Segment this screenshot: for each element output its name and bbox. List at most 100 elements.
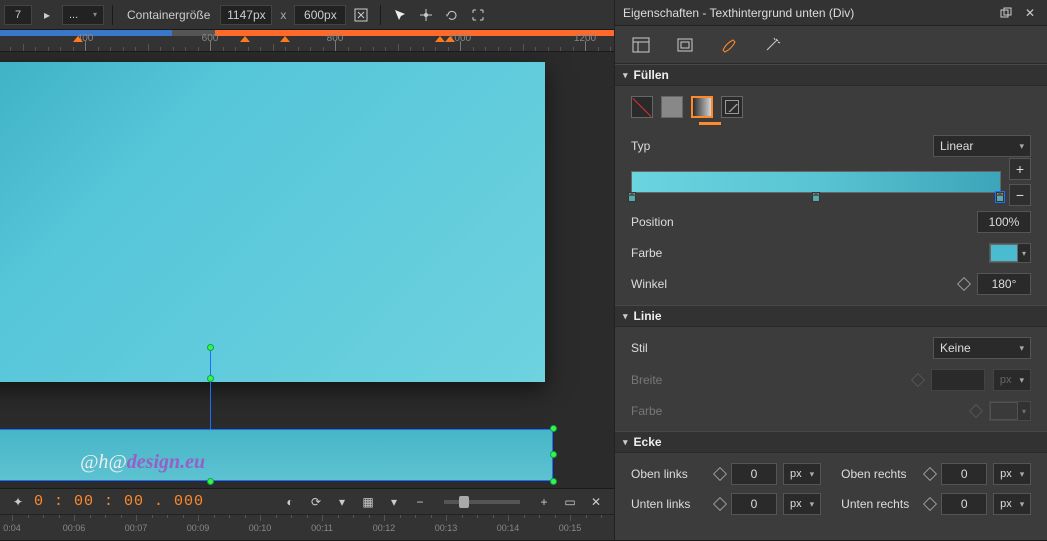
node-tool-icon[interactable]: [415, 4, 437, 26]
fill-type-picker: [631, 96, 1031, 118]
panel-close-icon[interactable]: ✕: [1021, 4, 1039, 22]
tab-layout-icon[interactable]: [629, 33, 653, 57]
selection-handle[interactable]: [550, 478, 557, 485]
timeline-close-icon[interactable]: ✕: [586, 492, 606, 512]
gradient-stop-selected[interactable]: [996, 192, 1004, 202]
panel-title-text: Eigenschaften - Texthintergrund unten (D…: [623, 6, 854, 20]
corner-br-unit-dropdown[interactable]: px: [993, 493, 1031, 515]
corner-tl-label: Oben links: [631, 467, 709, 481]
position-input[interactable]: 100%: [977, 211, 1031, 233]
tab-wand-icon[interactable]: [761, 33, 785, 57]
ruler-marker-icon[interactable]: [445, 30, 455, 42]
horizontal-ruler[interactable]: 20040060080010001200: [0, 30, 614, 52]
watermark-text: @h@design.eu: [80, 451, 205, 474]
selection-handle[interactable]: [207, 375, 214, 382]
timeline-ease-icon[interactable]: ◐: [280, 492, 300, 512]
gradient-stop[interactable]: [812, 192, 820, 202]
line-width-unit-dropdown: px: [993, 369, 1031, 391]
container-height-input[interactable]: 600px: [294, 5, 346, 25]
corner-br-input[interactable]: 0: [941, 493, 987, 515]
line-color-picker: ▾: [989, 401, 1031, 421]
top-toolbar: 7 ▸ ... Containergröße 1147px x 600px: [0, 0, 614, 30]
timeline-maximize-icon[interactable]: ▭: [560, 492, 580, 512]
corner-bl-unit-dropdown[interactable]: px: [783, 493, 821, 515]
tab-box-icon[interactable]: [673, 33, 697, 57]
corner-tl-unit-dropdown[interactable]: px: [783, 463, 821, 485]
ruler-marker-icon[interactable]: [73, 30, 83, 42]
timeline-panel: ✦ 0 : 00 : 00 . 000 ◐ ⟳ ▾ ▦ ▾ − + ▭ ✕ 0:…: [0, 488, 614, 540]
section-corner-header[interactable]: Ecke: [615, 431, 1047, 453]
line-width-keyframe-icon: [911, 373, 925, 387]
zoom-value[interactable]: 7: [4, 5, 32, 25]
timeline-timecode[interactable]: 0 : 00 : 00 . 000: [34, 493, 204, 510]
canvas-content[interactable]: [0, 62, 545, 382]
line-style-dropdown[interactable]: Keine: [933, 337, 1031, 359]
fill-gradient-swatch[interactable]: [691, 96, 713, 118]
zoom-in-icon[interactable]: +: [534, 492, 554, 512]
selection-handle[interactable]: [550, 451, 557, 458]
fill-none-swatch[interactable]: [631, 96, 653, 118]
corner-tr-keyframe-icon[interactable]: [923, 467, 937, 481]
ruler-marker-icon[interactable]: [280, 30, 290, 42]
line-color-keyframe-icon: [969, 404, 983, 418]
timeline-dropdown-icon[interactable]: ▾: [332, 492, 352, 512]
container-width-input[interactable]: 1147px: [220, 5, 272, 25]
dimension-x: x: [276, 8, 290, 22]
timeline-dropdown-icon[interactable]: ▾: [384, 492, 404, 512]
properties-panel: Eigenschaften - Texthintergrund unten (D…: [614, 0, 1047, 540]
selection-handle[interactable]: [207, 478, 214, 485]
tab-brush-icon[interactable]: [717, 33, 741, 57]
angle-input[interactable]: 180°: [977, 273, 1031, 295]
active-fill-indicator: [699, 122, 721, 125]
corner-tr-unit-dropdown[interactable]: px: [993, 463, 1031, 485]
ruler-marker-icon[interactable]: [240, 30, 250, 42]
corner-tl-input[interactable]: 0: [731, 463, 777, 485]
ruler-marker-icon[interactable]: [435, 30, 445, 42]
fit-icon[interactable]: [350, 4, 372, 26]
gradient-stop[interactable]: [628, 192, 636, 202]
zoom-next-icon[interactable]: ▸: [36, 4, 58, 26]
panel-body: Füllen Typ Linear: [615, 64, 1047, 540]
corner-bl-keyframe-icon[interactable]: [713, 497, 727, 511]
corner-tr-input[interactable]: 0: [941, 463, 987, 485]
timeline-grid-icon[interactable]: ▦: [358, 492, 378, 512]
fill-image-swatch[interactable]: [721, 96, 743, 118]
corner-br-label: Unten rechts: [841, 497, 919, 511]
fill-solid-swatch[interactable]: [661, 96, 683, 118]
corner-tr-label: Oben rechts: [841, 467, 919, 481]
rotate-tool-icon[interactable]: [441, 4, 463, 26]
selection-handle[interactable]: [550, 425, 557, 432]
panel-popout-icon[interactable]: [997, 4, 1015, 22]
gradient-editor: + −: [631, 167, 1031, 197]
canvas-viewport[interactable]: @h@design.eu: [0, 52, 614, 489]
fill-color-label: Farbe: [631, 246, 715, 260]
gradient-add-stop-button[interactable]: +: [1009, 158, 1031, 180]
fill-type-label: Typ: [631, 139, 715, 153]
gradient-bar[interactable]: [631, 171, 1001, 193]
angle-keyframe-icon[interactable]: [957, 277, 971, 291]
expand-tool-icon[interactable]: [467, 4, 489, 26]
section-line-header[interactable]: Linie: [615, 305, 1047, 327]
gradient-remove-stop-button[interactable]: −: [1009, 184, 1031, 206]
line-width-label: Breite: [631, 373, 715, 387]
line-width-input: [931, 369, 985, 391]
selection-handle[interactable]: [207, 344, 214, 351]
fill-type-dropdown[interactable]: Linear: [933, 135, 1031, 157]
panel-tabs: [615, 26, 1047, 64]
corner-tl-keyframe-icon[interactable]: [713, 467, 727, 481]
line-style-label: Stil: [631, 341, 715, 355]
container-size-label: Containergröße: [121, 8, 216, 22]
panel-title-bar[interactable]: Eigenschaften - Texthintergrund unten (D…: [615, 0, 1047, 26]
corner-bl-label: Unten links: [631, 497, 709, 511]
timeline-flag-icon[interactable]: ✦: [8, 492, 28, 512]
timeline-loop-icon[interactable]: ⟳: [306, 492, 326, 512]
corner-bl-input[interactable]: 0: [731, 493, 777, 515]
zoom-unit-dropdown[interactable]: ...: [62, 5, 104, 25]
timeline-zoom-slider[interactable]: [444, 500, 520, 504]
zoom-out-icon[interactable]: −: [410, 492, 430, 512]
fill-color-picker[interactable]: ▾: [989, 243, 1031, 263]
corner-br-keyframe-icon[interactable]: [923, 497, 937, 511]
pointer-tool-icon[interactable]: [389, 4, 411, 26]
section-fill-header[interactable]: Füllen: [615, 64, 1047, 86]
timeline-ruler[interactable]: 0:0400:0600:0700:0900:1000:1100:1200:130…: [0, 515, 614, 541]
